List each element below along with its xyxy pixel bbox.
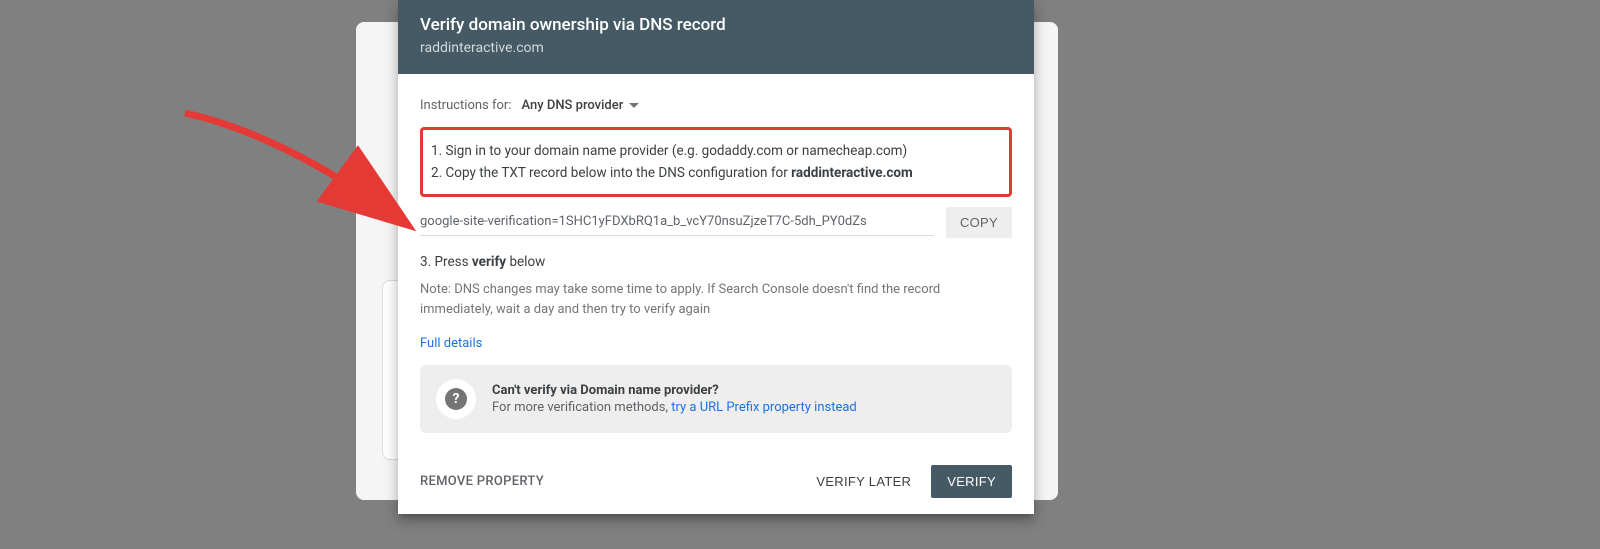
dns-provider-select[interactable]: Any DNS provider bbox=[521, 98, 639, 113]
dns-note: Note: DNS changes may take some time to … bbox=[420, 280, 960, 320]
verify-domain-dialog: Verify domain ownership via DNS record r… bbox=[398, 0, 1034, 514]
question-mark-icon: ? bbox=[445, 388, 467, 410]
step-2-prefix: 2. bbox=[431, 165, 446, 181]
step-2: 2. Copy the TXT record below into the DN… bbox=[431, 162, 1001, 184]
instructions-for-label: Instructions for: bbox=[420, 98, 511, 113]
instructions-for-row: Instructions for: Any DNS provider bbox=[420, 98, 1012, 113]
dialog-domain: raddinteractive.com bbox=[420, 40, 1012, 56]
dialog-body: Instructions for: Any DNS provider 1. Si… bbox=[398, 74, 1034, 451]
help-text-prefix: For more verification methods, bbox=[492, 400, 671, 415]
full-details-link[interactable]: Full details bbox=[420, 336, 482, 351]
copy-button[interactable]: COPY bbox=[946, 207, 1012, 238]
step-1-text: Sign in to your domain name provider (e.… bbox=[446, 143, 908, 159]
annotation-highlight-box: 1. Sign in to your domain name provider … bbox=[420, 127, 1012, 197]
help-content: Can't verify via Domain name provider? F… bbox=[492, 383, 857, 415]
step-3: 3. Press verify below bbox=[420, 254, 1012, 270]
step-2-domain: raddinteractive.com bbox=[791, 165, 913, 181]
verify-button[interactable]: VERIFY bbox=[931, 465, 1012, 498]
dns-provider-selected: Any DNS provider bbox=[521, 98, 623, 113]
step-1-prefix: 1. bbox=[431, 143, 446, 159]
step-2-text: Copy the TXT record below into the DNS c… bbox=[446, 165, 792, 181]
help-text: For more verification methods, try a URL… bbox=[492, 400, 857, 415]
step-1: 1. Sign in to your domain name provider … bbox=[431, 140, 1001, 162]
chevron-down-icon bbox=[629, 103, 639, 109]
step-3-suffix: below bbox=[506, 254, 545, 270]
txt-record-row: google-site-verification=1SHC1yFDXbRQ1a_… bbox=[420, 207, 1012, 238]
verify-later-button[interactable]: VERIFY LATER bbox=[802, 466, 925, 497]
url-prefix-link[interactable]: try a URL Prefix property instead bbox=[671, 400, 857, 415]
step-3-prefix: 3. Press bbox=[420, 254, 472, 270]
dialog-actions: REMOVE PROPERTY VERIFY LATER VERIFY bbox=[398, 451, 1034, 514]
dialog-title: Verify domain ownership via DNS record bbox=[420, 14, 1012, 36]
dialog-header: Verify domain ownership via DNS record r… bbox=[398, 0, 1034, 74]
help-box: ? Can't verify via Domain name provider?… bbox=[420, 365, 1012, 433]
remove-property-button[interactable]: REMOVE PROPERTY bbox=[420, 474, 544, 489]
txt-record-value[interactable]: google-site-verification=1SHC1yFDXbRQ1a_… bbox=[420, 210, 934, 236]
help-icon: ? bbox=[436, 379, 476, 419]
help-title: Can't verify via Domain name provider? bbox=[492, 383, 857, 398]
step-3-bold: verify bbox=[472, 254, 506, 270]
